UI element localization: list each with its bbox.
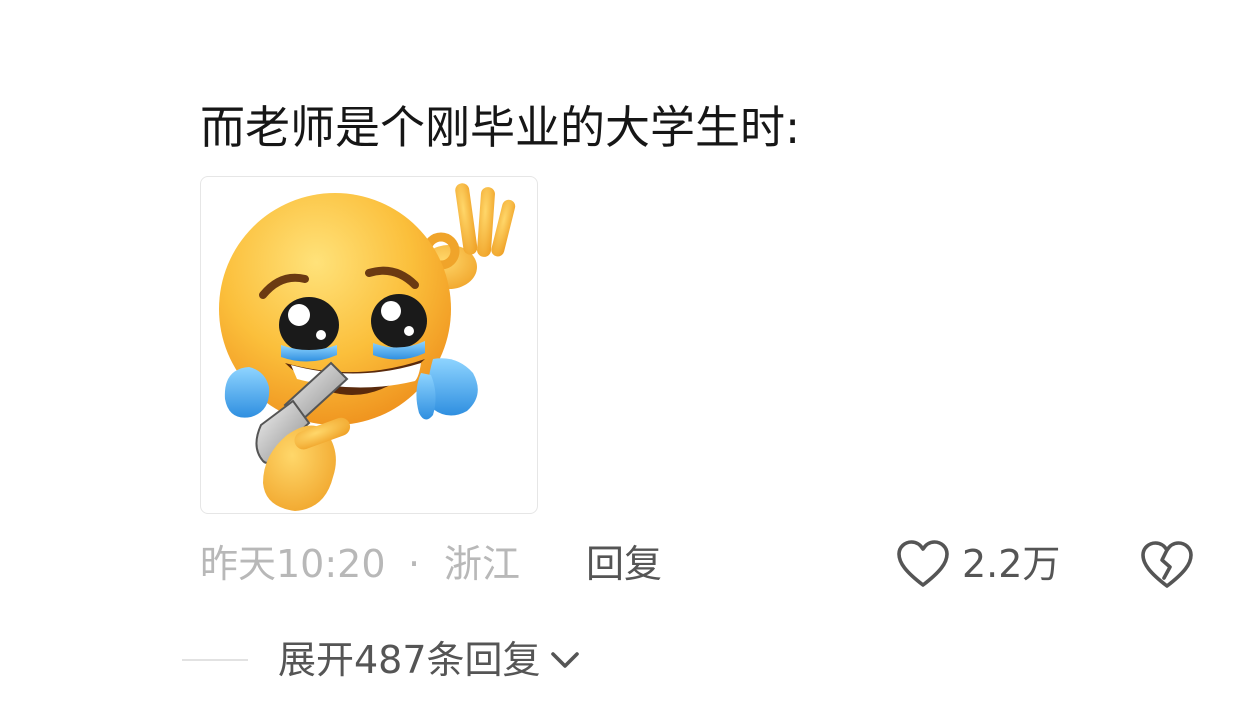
- expand-replies-button[interactable]: 展开487条回复: [278, 632, 581, 688]
- like-count: 2.2万: [962, 542, 1061, 586]
- expand-replies-label: 展开487条回复: [278, 638, 541, 682]
- comment-location: 浙江: [444, 542, 521, 586]
- heart-outline-icon: [897, 540, 949, 587]
- crying-laughing-emoji-with-gun-icon: [219, 183, 516, 511]
- comment-meta: 昨天10:20 · 浙江 回复 2.2万: [200, 536, 1210, 592]
- comment-item: 而老师是个刚毕业的大学生时: 昨天10:20 · 浙江 回复 2.2万 展开48…: [0, 0, 1260, 713]
- broken-heart-icon: [1141, 541, 1193, 588]
- comment-text: 而老师是个刚毕业的大学生时:: [200, 101, 801, 154]
- sticker-image[interactable]: [200, 176, 538, 514]
- reply-button[interactable]: 回复: [586, 536, 662, 592]
- divider-line: [182, 659, 248, 661]
- dislike-button[interactable]: [1140, 540, 1194, 594]
- comment-time: 昨天10:20: [200, 542, 386, 586]
- expand-replies-row: 展开487条回复: [182, 632, 682, 688]
- like-button[interactable]: 2.2万: [896, 536, 1060, 592]
- chevron-down-icon: [550, 652, 579, 668]
- meta-separator: ·: [408, 542, 421, 586]
